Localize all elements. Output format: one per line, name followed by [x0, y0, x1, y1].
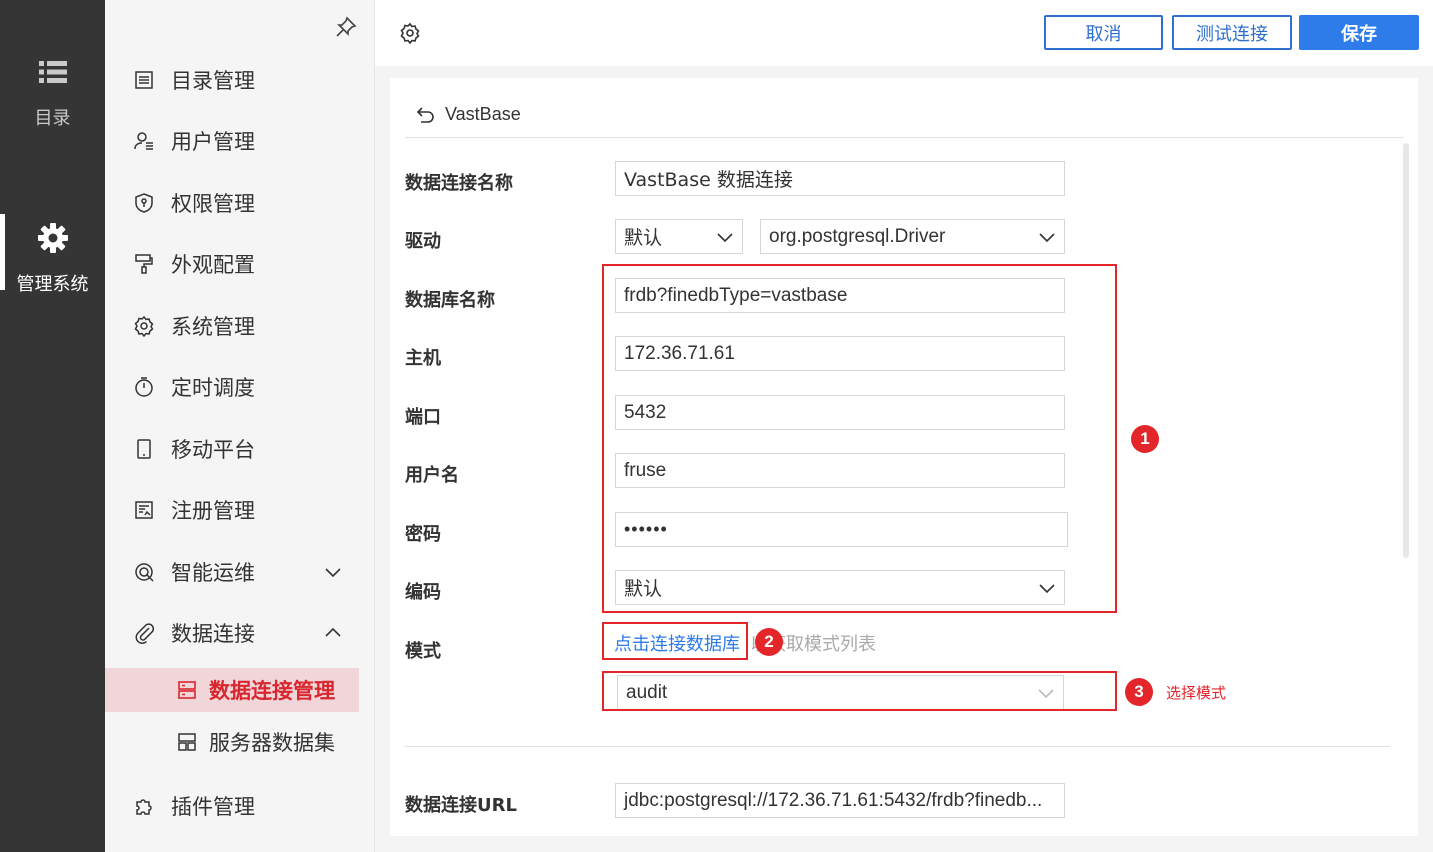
rail-admin-label: 管理系统	[16, 274, 89, 295]
menu-item-system[interactable]: 系统管理	[133, 306, 359, 346]
submenu-item-label: 数据连接管理	[209, 679, 335, 703]
cancel-button[interactable]: 取消	[1044, 15, 1163, 50]
menu-item-directory[interactable]: 目录管理	[133, 60, 359, 100]
menu-item-label: 定时调度	[171, 376, 255, 400]
menu-item-smart-ops[interactable]: 智能运维	[133, 552, 359, 592]
paint-roller-icon	[135, 254, 153, 274]
menu-item-data-connection[interactable]: 数据连接	[133, 613, 359, 653]
register-icon	[135, 501, 153, 519]
chevron-down-icon[interactable]	[323, 562, 343, 582]
scrollbar[interactable]	[1403, 143, 1409, 558]
menu-item-label: 数据连接	[171, 622, 255, 646]
chevron-up-icon[interactable]	[323, 623, 343, 643]
menu-item-label: 智能运维	[171, 561, 255, 585]
pin-icon[interactable]	[335, 16, 357, 38]
menu-item-label: 插件管理	[171, 795, 255, 819]
submenu-item-data-connection-management[interactable]: 数据连接管理	[105, 668, 359, 712]
menu-item-label: 移动平台	[171, 438, 255, 462]
annotation-box-connect-link	[602, 622, 748, 660]
field-label-password: 密码	[405, 524, 441, 545]
test-connection-button[interactable]: 测试连接	[1172, 15, 1292, 50]
chevron-down-icon	[717, 233, 733, 243]
driver-mode-value: 默认	[624, 227, 663, 249]
menu-item-label: 权限管理	[171, 192, 255, 216]
connection-url-value: jdbc:postgresql://172.36.71.61:5432/frdb…	[624, 789, 1043, 811]
back-arrow-icon[interactable]	[415, 105, 435, 125]
menu-item-label: 目录管理	[171, 69, 255, 93]
field-label-host: 主机	[405, 348, 441, 369]
settings-icon[interactable]	[399, 22, 421, 44]
menu-item-schedule[interactable]: 定时调度	[133, 367, 359, 407]
annotation-box-connection-fields	[602, 264, 1117, 613]
stopwatch-icon	[135, 377, 153, 397]
shield-icon	[135, 193, 153, 213]
connection-type-title: VastBase	[445, 104, 521, 124]
connection-name-input[interactable]: VastBase 数据连接	[615, 161, 1065, 196]
menu-item-label: 用户管理	[171, 130, 255, 154]
menu-item-appearance[interactable]: 外观配置	[133, 244, 359, 284]
ops-icon	[135, 563, 154, 582]
field-label-connection-name: 数据连接名称	[405, 173, 513, 194]
menu-item-label: 注册管理	[171, 499, 255, 523]
driver-class-value: org.postgresql.Driver	[769, 225, 946, 247]
list-icon	[38, 61, 67, 83]
database-server-icon	[178, 681, 196, 699]
connection-name-value: VastBase 数据连接	[624, 169, 793, 191]
settings-icon	[134, 315, 154, 337]
left-rail: 目录 管理系统	[0, 0, 105, 852]
field-label-driver: 驱动	[405, 231, 441, 252]
menu-item-label: 外观配置	[171, 253, 255, 277]
form-header: VastBase	[405, 92, 1404, 138]
gear-icon	[37, 223, 68, 253]
field-label-encoding: 编码	[405, 582, 441, 603]
top-toolbar: 取消 测试连接 保存	[375, 0, 1433, 66]
submenu-item-label: 服务器数据集	[209, 731, 335, 755]
driver-class-select[interactable]: org.postgresql.Driver	[760, 219, 1065, 254]
field-label-database: 数据库名称	[405, 290, 495, 311]
mobile-icon	[137, 439, 151, 459]
user-icon	[134, 132, 153, 150]
field-label-username: 用户名	[405, 465, 459, 486]
driver-mode-select[interactable]: 默认	[615, 219, 743, 254]
field-label-port: 端口	[405, 407, 441, 428]
puzzle-icon	[136, 799, 152, 815]
annotation-badge-3: 3	[1125, 678, 1153, 706]
rail-catalog-label: 目录	[34, 108, 71, 129]
rail-catalog[interactable]: 目录	[0, 56, 105, 130]
section-divider	[405, 746, 1390, 747]
paperclip-icon	[135, 623, 155, 644]
menu-item-label: 系统管理	[171, 315, 255, 339]
menu-item-plugins[interactable]: 插件管理	[133, 786, 359, 826]
connection-url-input[interactable]: jdbc:postgresql://172.36.71.61:5432/frdb…	[615, 783, 1065, 818]
field-label-url: 数据连接URL	[405, 795, 517, 816]
save-button[interactable]: 保存	[1299, 15, 1419, 50]
menu-item-registration[interactable]: 注册管理	[133, 490, 359, 530]
annotation-note-select-schema: 选择模式	[1166, 684, 1227, 702]
field-label-schema: 模式	[405, 641, 441, 662]
annotation-badge-1: 1	[1131, 425, 1159, 453]
chevron-down-icon	[1039, 233, 1055, 243]
submenu-item-server-dataset[interactable]: 服务器数据集	[105, 720, 359, 764]
rail-admin-system[interactable]: 管理系统	[0, 214, 105, 296]
menu-item-permissions[interactable]: 权限管理	[133, 183, 359, 223]
server-dataset-icon	[178, 733, 196, 751]
annotation-badge-2: 2	[755, 628, 783, 656]
menu-item-users[interactable]: 用户管理	[133, 121, 359, 161]
annotation-box-schema	[602, 671, 1117, 711]
list-box-icon	[135, 71, 153, 89]
menu-item-mobile[interactable]: 移动平台	[133, 429, 359, 469]
